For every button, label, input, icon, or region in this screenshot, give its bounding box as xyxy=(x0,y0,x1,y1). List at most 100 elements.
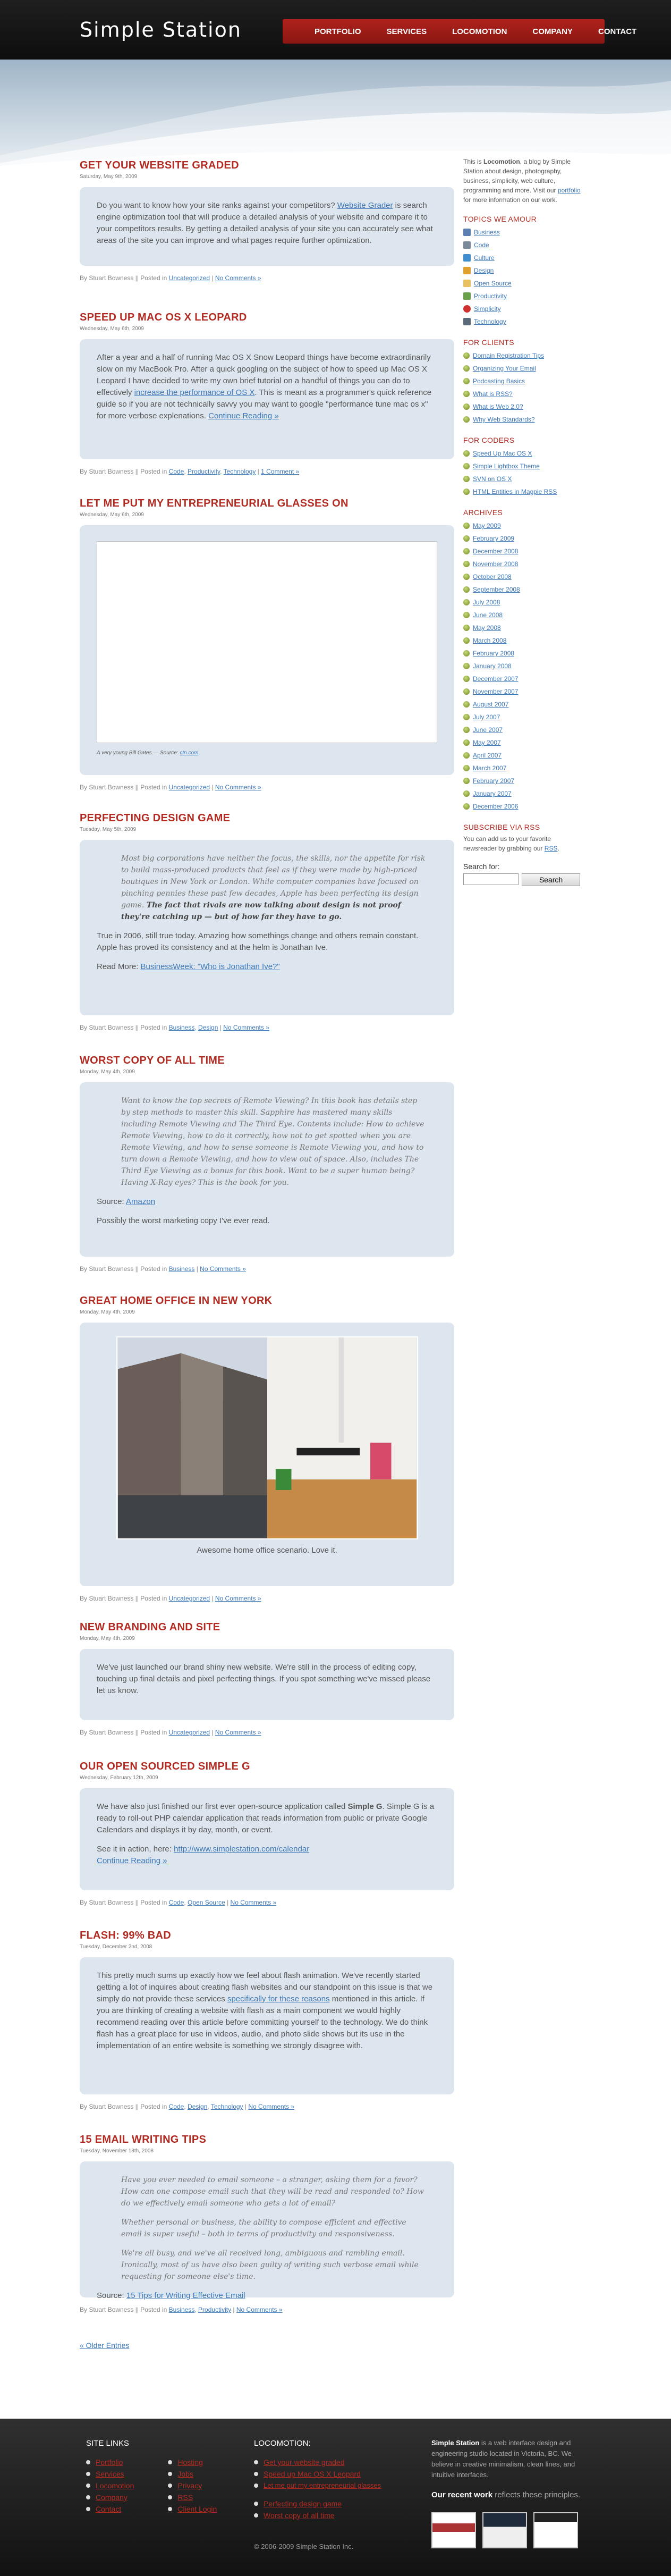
source-link[interactable]: Amazon xyxy=(126,1197,155,1206)
comments-link[interactable]: No Comments » xyxy=(223,1024,269,1031)
archive-link[interactable]: July 2007 xyxy=(473,711,500,723)
footer-link[interactable]: Contact xyxy=(96,2503,121,2515)
comments-link[interactable]: No Comments » xyxy=(200,1265,246,1273)
rss-link[interactable]: RSS xyxy=(545,845,558,852)
topic-link[interactable]: Open Source xyxy=(474,277,512,290)
caption-link[interactable]: ctn.com xyxy=(180,750,198,756)
archive-link[interactable]: February 2008 xyxy=(473,647,514,660)
search-button[interactable]: Search xyxy=(522,873,580,886)
comments-link[interactable]: No Comments » xyxy=(215,1729,261,1736)
topic-link[interactable]: Business xyxy=(474,226,500,239)
topic-link[interactable]: Design xyxy=(474,264,494,277)
archive-link[interactable]: May 2008 xyxy=(473,621,501,634)
clients-link[interactable]: Organizing Your Email xyxy=(473,362,536,375)
category-link[interactable]: Technology xyxy=(211,2103,243,2110)
topic-link[interactable]: Productivity xyxy=(474,290,507,302)
site-logo[interactable]: Simple Station xyxy=(80,18,242,41)
archive-link[interactable]: October 2008 xyxy=(473,570,512,583)
comments-link[interactable]: No Comments » xyxy=(231,1899,277,1906)
archive-link[interactable]: May 2009 xyxy=(473,519,501,532)
category-link[interactable]: Business xyxy=(169,1265,195,1273)
recent-work-thumbnail[interactable] xyxy=(482,2512,527,2548)
category-link[interactable]: Uncategorized xyxy=(169,1595,210,1602)
archive-link[interactable]: December 2006 xyxy=(473,800,518,813)
archive-link[interactable]: January 2008 xyxy=(473,660,512,672)
archive-link[interactable]: January 2007 xyxy=(473,787,512,800)
footer-link[interactable]: Portfolio xyxy=(96,2456,123,2468)
topic-link[interactable]: Technology xyxy=(474,315,506,328)
archive-link[interactable]: July 2008 xyxy=(473,596,500,609)
clients-link[interactable]: What is RSS? xyxy=(473,388,513,400)
footer-link[interactable]: Services xyxy=(96,2468,124,2480)
category-link[interactable]: Productivity xyxy=(198,2306,231,2313)
topic-link[interactable]: Code xyxy=(474,239,489,251)
post-title[interactable]: PERFECTING DESIGN GAME xyxy=(80,812,454,824)
topic-link[interactable]: Culture xyxy=(474,251,495,264)
comments-link[interactable]: No Comments » xyxy=(215,784,261,791)
archive-link[interactable]: March 2007 xyxy=(473,762,506,775)
recent-work-thumbnail[interactable] xyxy=(431,2512,476,2548)
post-link[interactable]: increase the performance of OS X xyxy=(134,388,255,397)
clients-link[interactable]: What is Web 2.0? xyxy=(473,400,523,413)
comments-link[interactable]: No Comments » xyxy=(248,2103,294,2110)
archive-link[interactable]: September 2008 xyxy=(473,583,520,596)
archive-link[interactable]: December 2007 xyxy=(473,672,518,685)
archive-link[interactable]: March 2008 xyxy=(473,634,506,647)
portfolio-link[interactable]: portfolio xyxy=(558,187,581,194)
read-more-link[interactable]: BusinessWeek: "Who is Jonathan Ive?" xyxy=(141,962,280,971)
clients-link[interactable]: Domain Registration Tips xyxy=(473,349,544,362)
post-title[interactable]: GREAT HOME OFFICE IN NEW YORK xyxy=(80,1295,454,1307)
continue-reading-link[interactable]: Continue Reading » xyxy=(97,1856,167,1865)
footer-link[interactable]: Company xyxy=(96,2491,128,2503)
footer-link[interactable]: Jobs xyxy=(177,2468,193,2480)
comments-link[interactable]: No Comments » xyxy=(215,274,261,282)
nav-portfolio[interactable]: PORTFOLIO xyxy=(302,27,374,36)
category-link[interactable]: Design xyxy=(188,2103,207,2110)
footer-post-link[interactable]: Perfecting design game xyxy=(264,2498,342,2510)
post-title[interactable]: GET YOUR WEBSITE GRADED xyxy=(80,159,454,172)
footer-post-link[interactable]: Get your website graded xyxy=(264,2456,345,2468)
comments-link[interactable]: 1 Comment » xyxy=(261,468,299,475)
footer-link[interactable]: Locomotion xyxy=(96,2480,134,2491)
post-link[interactable]: Website Grader xyxy=(337,201,393,210)
category-link[interactable]: Open Source xyxy=(188,1899,225,1906)
category-link[interactable]: Code xyxy=(169,1899,184,1906)
category-link[interactable]: Code xyxy=(169,468,184,475)
calendar-link[interactable]: http://www.simplestation.com/calendar xyxy=(174,1845,309,1854)
continue-reading-link[interactable]: Continue Reading » xyxy=(208,411,279,420)
footer-post-link[interactable]: Speed up Mac OS X Leopard xyxy=(264,2468,361,2480)
nav-locomotion[interactable]: LOCOMOTION xyxy=(439,27,520,36)
footer-link[interactable]: Privacy xyxy=(177,2480,202,2491)
coders-link[interactable]: Speed Up Mac OS X xyxy=(473,447,532,460)
clients-link[interactable]: Podcasting Basics xyxy=(473,375,525,388)
category-link[interactable]: Technology xyxy=(224,468,256,475)
post-title[interactable]: LET ME PUT MY ENTREPRENEURIAL GLASSES ON xyxy=(80,498,454,510)
category-link[interactable]: Code xyxy=(169,2103,184,2110)
archive-link[interactable]: February 2009 xyxy=(473,532,514,545)
post-title[interactable]: 15 EMAIL WRITING TIPS xyxy=(80,2134,454,2146)
topic-link[interactable]: Simplicity xyxy=(474,302,501,315)
recent-work-thumbnail[interactable] xyxy=(533,2512,578,2548)
comments-link[interactable]: No Comments » xyxy=(215,1595,261,1602)
footer-post-link[interactable]: Let me put my entrepreneurial glasses xyxy=(264,2480,381,2491)
archive-link[interactable]: August 2007 xyxy=(473,698,508,711)
post-title[interactable]: OUR OPEN SOURCED SIMPLE G xyxy=(80,1761,454,1773)
coders-link[interactable]: SVN on OS X xyxy=(473,473,512,485)
archive-link[interactable]: June 2007 xyxy=(473,723,503,736)
archive-link[interactable]: December 2008 xyxy=(473,545,518,558)
footer-post-link[interactable]: Worst copy of all time xyxy=(264,2510,335,2521)
post-title[interactable]: NEW BRANDING AND SITE xyxy=(80,1621,454,1634)
nav-services[interactable]: SERVICES xyxy=(374,27,440,36)
post-title[interactable]: SPEED UP MAC OS X LEOPARD xyxy=(80,312,454,324)
post-title[interactable]: FLASH: 99% BAD xyxy=(80,1930,454,1942)
footer-link[interactable]: RSS xyxy=(177,2491,193,2503)
comments-link[interactable]: No Comments » xyxy=(236,2306,283,2313)
footer-link[interactable]: Client Login xyxy=(177,2503,217,2515)
post-title[interactable]: WORST COPY OF ALL TIME xyxy=(80,1055,454,1067)
category-link[interactable]: Uncategorized xyxy=(169,274,210,282)
archive-link[interactable]: February 2007 xyxy=(473,775,514,787)
nav-company[interactable]: COMPANY xyxy=(520,27,585,36)
archive-link[interactable]: May 2007 xyxy=(473,736,501,749)
archive-link[interactable]: November 2008 xyxy=(473,558,518,570)
archive-link[interactable]: November 2007 xyxy=(473,685,518,698)
